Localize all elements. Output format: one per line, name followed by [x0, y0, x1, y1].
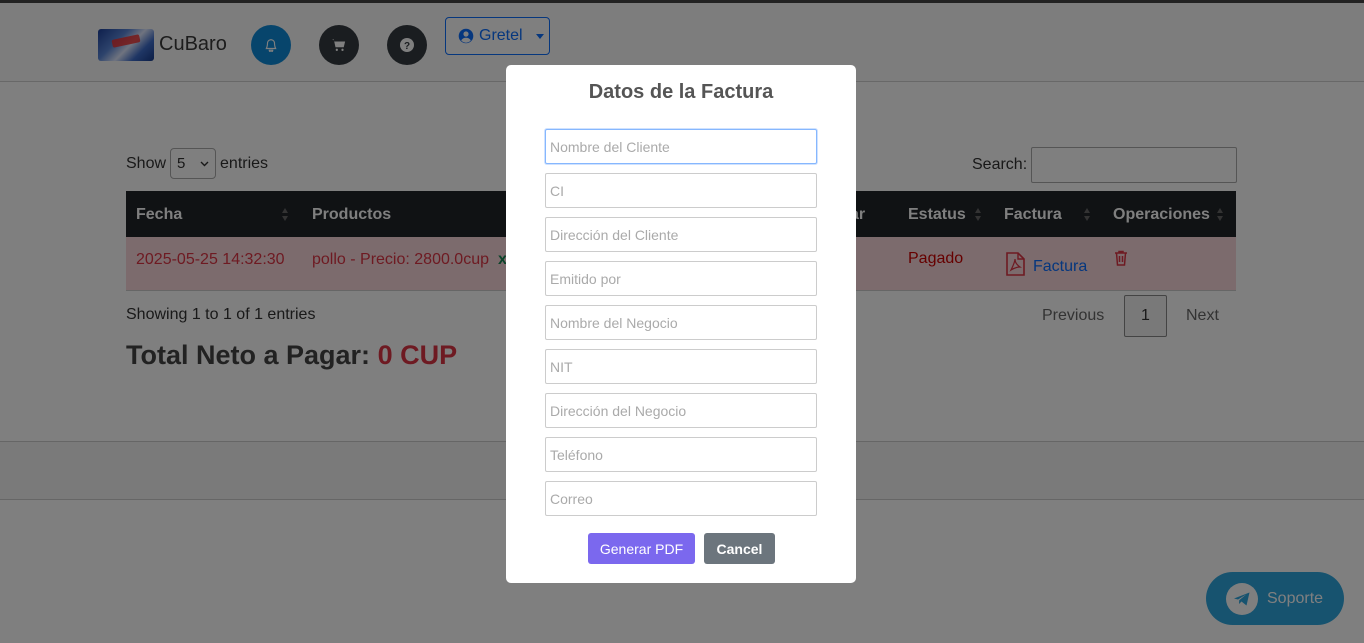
- ci-field[interactable]: [545, 173, 817, 208]
- issued-by-field[interactable]: [545, 261, 817, 296]
- generate-pdf-button[interactable]: Generar PDF: [588, 533, 695, 564]
- modal-title: Datos de la Factura: [588, 81, 774, 103]
- invoice-modal: Datos de la Factura Generar PDF Cancel: [506, 65, 856, 583]
- email-field[interactable]: [545, 481, 817, 516]
- cancel-button[interactable]: Cancel: [704, 533, 775, 564]
- phone-field[interactable]: [545, 437, 817, 472]
- business-address-field[interactable]: [545, 393, 817, 428]
- client-address-field[interactable]: [545, 217, 817, 252]
- business-name-field[interactable]: [545, 305, 817, 340]
- client-name-field[interactable]: [545, 129, 817, 164]
- nit-field[interactable]: [545, 349, 817, 384]
